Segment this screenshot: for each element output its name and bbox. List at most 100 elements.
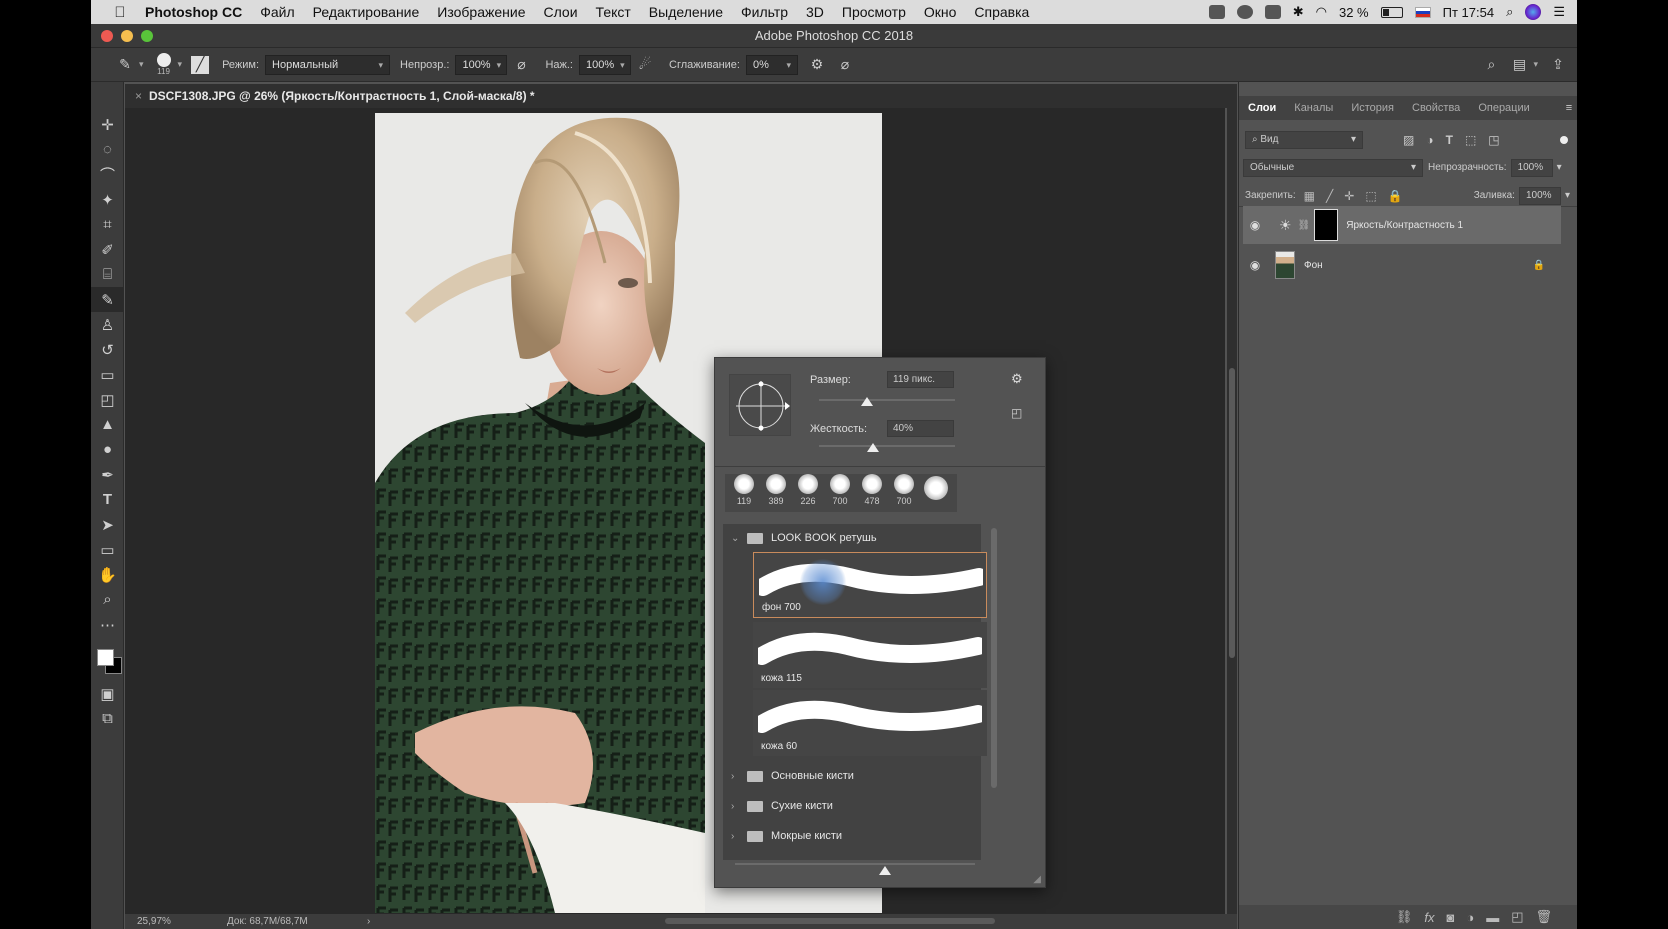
lock-transparency-icon[interactable]: ▦	[1304, 189, 1315, 203]
menubar-clock[interactable]: Пт 17:54	[1443, 5, 1494, 20]
size-slider-track[interactable]	[819, 399, 955, 401]
path-selection-tool-icon[interactable]: ➤	[91, 512, 124, 537]
document-tab[interactable]: × DSCF1308.JPG @ 26% (Яркость/Контрастно…	[125, 84, 1237, 108]
fill-input[interactable]: 100%	[1518, 186, 1561, 205]
tab-layers[interactable]: Слои	[1239, 102, 1285, 114]
layer-style-fx-icon[interactable]: fx	[1424, 910, 1434, 925]
eraser-tool-icon[interactable]: ▭	[91, 362, 124, 387]
picker-gear-icon[interactable]: ⚙	[1011, 371, 1023, 387]
menu-filter[interactable]: Фильтр	[741, 4, 788, 20]
tab-channels[interactable]: Каналы	[1285, 102, 1342, 114]
quick-mask-icon[interactable]: ▣	[91, 681, 124, 706]
menu-window[interactable]: Окно	[924, 4, 957, 20]
brush-angle-preview[interactable]	[729, 374, 791, 436]
opacity-pressure-icon[interactable]: ⌀	[510, 54, 532, 76]
notification-center-icon[interactable]: ☰	[1553, 4, 1565, 20]
layer-thumbnail[interactable]	[1275, 251, 1295, 279]
zoom-tool-icon[interactable]: ⌕	[91, 587, 124, 612]
preset-item[interactable]: 478	[857, 474, 887, 512]
layer-mask-thumbnail[interactable]	[1314, 209, 1339, 241]
filter-shape-icon[interactable]: ⬚	[1465, 133, 1476, 147]
preview-size-slider[interactable]	[735, 863, 975, 865]
hardness-input[interactable]: 40%	[887, 420, 954, 437]
siri-icon[interactable]	[1525, 4, 1542, 20]
horizontal-scrollbar-thumb[interactable]	[665, 918, 995, 924]
brush-tool-icon[interactable]: ✎	[91, 287, 124, 312]
rectangle-tool-icon[interactable]: ▭	[91, 537, 124, 562]
folder-wet-brushes[interactable]: › Мокрые кисти	[731, 822, 967, 850]
menu-edit[interactable]: Редактирование	[313, 4, 420, 20]
eyedropper-tool-icon[interactable]: ✐	[91, 237, 124, 262]
close-tab-icon[interactable]: ×	[135, 84, 142, 108]
resize-grip-icon[interactable]: ◢	[1033, 874, 1041, 885]
preset-item[interactable]: 119	[729, 474, 759, 512]
apple-icon[interactable]: 	[105, 4, 135, 21]
preset-item[interactable]: 389	[761, 474, 791, 512]
brush-tool-preset-icon[interactable]: ✎	[114, 54, 136, 76]
brush-item-fon-700[interactable]: фон 700	[753, 552, 987, 618]
lock-artboard-icon[interactable]: ⬚	[1365, 189, 1376, 203]
input-source-flag-icon[interactable]	[1414, 6, 1431, 18]
size-slider-thumb[interactable]	[860, 397, 873, 406]
size-input[interactable]: 119 пикс.	[887, 371, 954, 388]
bluetooth-icon[interactable]: ✱	[1293, 4, 1304, 20]
mode-select[interactable]: Нормальный ▾	[265, 54, 391, 75]
brush-item-kozha-60[interactable]: кожа 60	[753, 690, 987, 756]
blur-tool-icon[interactable]: ▲	[91, 412, 124, 437]
brush-list-scrollbar[interactable]	[991, 528, 997, 788]
chevron-down-icon[interactable]: ▾	[178, 59, 183, 70]
menu-app-name[interactable]: Photoshop CC	[145, 4, 242, 20]
status-menu-arrow-icon[interactable]: ›	[367, 916, 370, 927]
link-layers-icon[interactable]: ⛓	[1396, 909, 1413, 925]
move-tool-icon[interactable]: ✛	[91, 112, 124, 137]
lock-image-icon[interactable]: ╱	[1326, 189, 1333, 203]
new-preset-icon[interactable]: ◰	[1011, 406, 1022, 420]
pen-tool-icon[interactable]: ✒	[91, 462, 124, 487]
menu-3d[interactable]: 3D	[806, 4, 824, 20]
minimize-window-button[interactable]	[121, 30, 133, 42]
visibility-eye-icon[interactable]: ◉	[1243, 218, 1267, 232]
spotlight-search-icon[interactable]: ⌕	[1506, 4, 1513, 20]
document-canvas[interactable]	[125, 108, 1225, 914]
more-tools-icon[interactable]: ⋯	[91, 612, 124, 637]
add-mask-icon[interactable]: ◙	[1446, 910, 1454, 925]
filter-smart-object-icon[interactable]: ◳	[1488, 133, 1499, 147]
lasso-tool-icon[interactable]: ⌒	[91, 162, 124, 187]
chevron-down-icon[interactable]: ▾	[1533, 59, 1538, 70]
filter-type-icon[interactable]: T	[1446, 133, 1453, 147]
healing-brush-tool-icon[interactable]: ⌸	[91, 262, 124, 287]
menu-view[interactable]: Просмотр	[842, 4, 906, 20]
preset-item[interactable]: 700	[825, 474, 855, 512]
menu-file[interactable]: Файл	[260, 4, 294, 20]
trash-icon[interactable]: 🗑	[1535, 909, 1552, 925]
menu-type[interactable]: Текст	[596, 4, 631, 20]
brush-list[interactable]: ⌄ LOOK BOOK ретушь фон 700 кожа 115 кожа…	[723, 524, 987, 860]
tab-properties[interactable]: Свойства	[1403, 102, 1469, 114]
visibility-eye-icon[interactable]: ◉	[1243, 258, 1267, 272]
blend-mode-select[interactable]: Обычные ▾	[1243, 158, 1423, 177]
new-adjustment-layer-icon[interactable]: ◑	[1466, 910, 1474, 925]
folder-dry-brushes[interactable]: › Сухие кисти	[731, 792, 967, 820]
share-icon[interactable]: ⇪	[1547, 54, 1569, 76]
new-group-icon[interactable]: ▬	[1486, 910, 1499, 925]
layer-opacity-input[interactable]: 100%	[1510, 158, 1553, 177]
layer-name[interactable]: Фон	[1304, 260, 1323, 271]
wifi-icon[interactable]: ◠	[1316, 4, 1327, 20]
folder-look-book[interactable]: ⌄ LOOK BOOK ретушь	[731, 524, 967, 552]
marquee-tool-icon[interactable]: ◌	[91, 137, 124, 162]
lock-all-icon[interactable]: 🔒	[1388, 189, 1403, 203]
brush-item-kozha-115[interactable]: кожа 115	[753, 622, 987, 688]
tab-actions[interactable]: Операции	[1469, 102, 1538, 114]
brush-picker-toggle[interactable]: 119	[152, 53, 176, 76]
menu-layers[interactable]: Слои	[544, 4, 578, 20]
menu-select[interactable]: Выделение	[649, 4, 723, 20]
airbrush-icon[interactable]: ☄	[634, 54, 656, 76]
chevron-down-icon[interactable]: ▾	[139, 59, 144, 70]
hand-tool-icon[interactable]: ✋	[91, 562, 124, 587]
mask-link-icon[interactable]: ⛓	[1298, 220, 1311, 231]
vertical-scrollbar[interactable]	[1227, 108, 1237, 914]
filter-adjustment-icon[interactable]: ◑	[1426, 133, 1433, 147]
preset-item[interactable]: 226	[793, 474, 823, 512]
new-layer-icon[interactable]: ◰	[1511, 909, 1523, 925]
clone-stamp-tool-icon[interactable]: ♙	[91, 312, 124, 337]
